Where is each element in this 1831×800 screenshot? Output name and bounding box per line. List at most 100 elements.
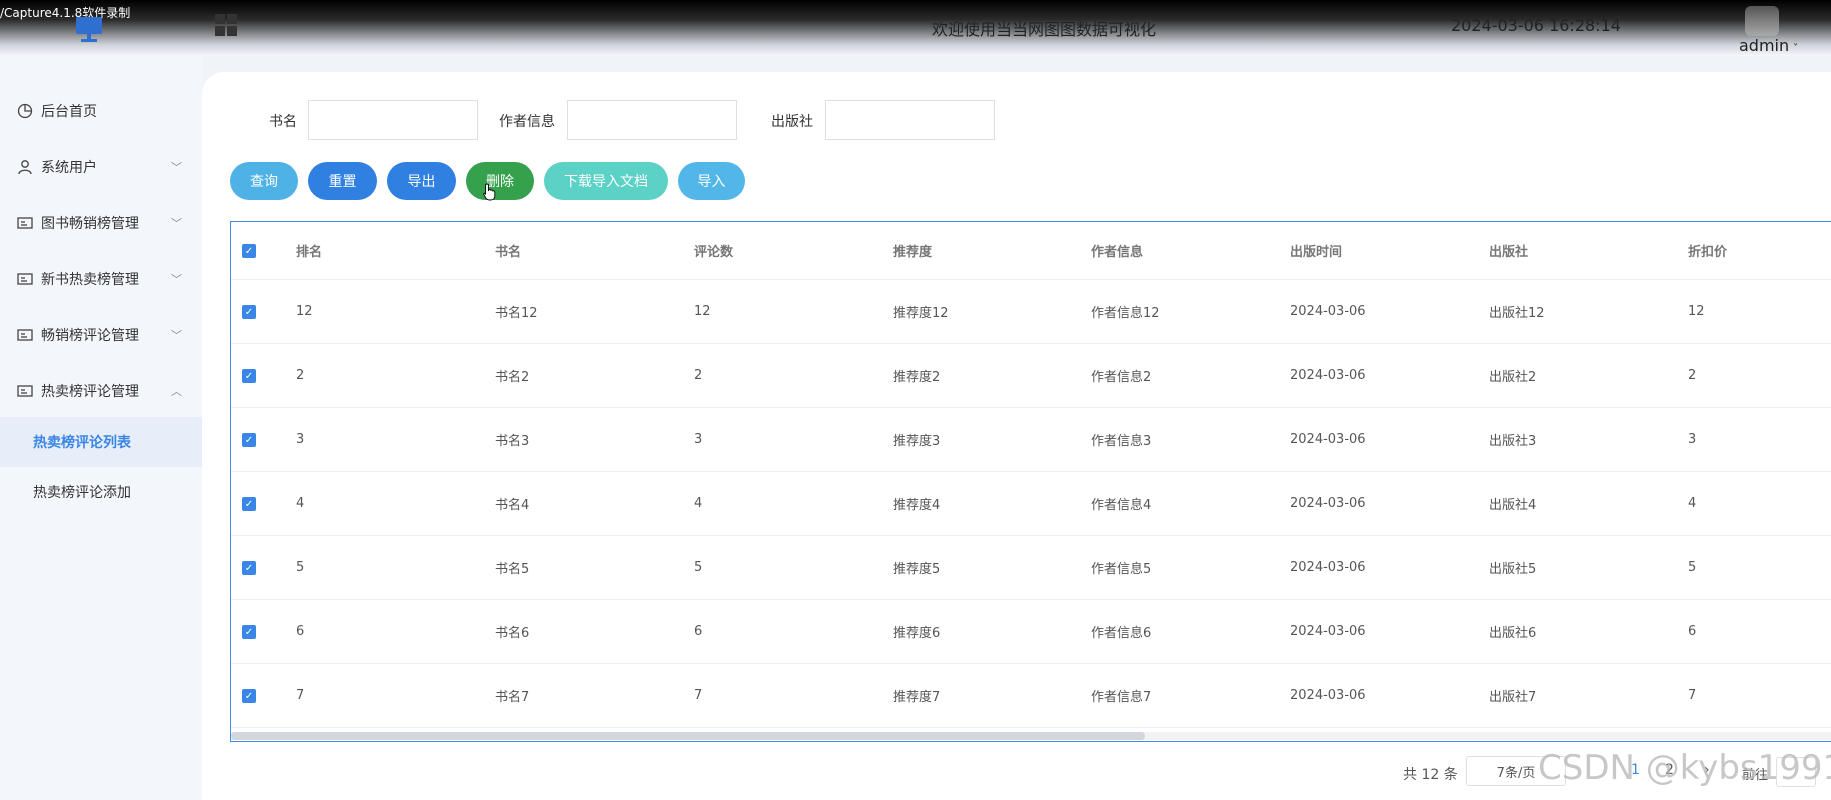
cell-publish-date: 2024-03-06 <box>1290 560 1366 575</box>
title-search-input[interactable] <box>308 100 478 140</box>
clock-icon <box>17 103 33 119</box>
cell-author: 作者信息3 <box>1091 434 1152 449</box>
publisher-search-input[interactable] <box>825 100 995 140</box>
table-row[interactable]: ✓ 7 书名7 7 推荐度7 作者信息7 2024-03-06 出版社7 7 <box>231 664 1831 728</box>
cell-title: 书名4 <box>495 498 530 513</box>
cell-author: 作者信息4 <box>1091 498 1152 513</box>
table-row[interactable]: ✓ 5 书名5 5 推荐度5 作者信息5 2024-03-06 出版社5 5 <box>231 536 1831 600</box>
sidebar-item-system-users[interactable]: 系统用户 ﹀ <box>0 139 202 195</box>
cell-publish-date: 2024-03-06 <box>1290 624 1366 639</box>
cell-title: 书名3 <box>495 434 530 449</box>
download-import-template-button[interactable]: 下载导入文档 <box>544 162 668 200</box>
cell-rank: 2 <box>296 368 305 383</box>
card-icon <box>17 215 33 231</box>
submenu-hot-comment-add[interactable]: 热卖榜评论添加 <box>0 467 202 517</box>
row-checkbox[interactable]: ✓ <box>242 305 256 319</box>
cell-discount-price: 4 <box>1688 496 1697 511</box>
cell-publisher: 出版社2 <box>1489 370 1537 385</box>
cell-title: 书名2 <box>495 370 530 385</box>
avatar[interactable] <box>1745 6 1779 36</box>
cell-rank: 5 <box>296 560 305 575</box>
select-all-checkbox[interactable]: ✓ <box>242 244 256 258</box>
chevron-down-icon: ˅ <box>1793 43 1799 54</box>
app-grid-icon[interactable] <box>215 14 237 36</box>
card-icon <box>17 327 33 343</box>
cell-recommend: 推荐度6 <box>893 626 941 641</box>
cell-rank: 3 <box>296 432 305 447</box>
hand-cursor-icon <box>483 183 496 201</box>
horizontal-scrollbar[interactable] <box>231 732 1831 740</box>
column-header-comments[interactable]: 评论数 <box>694 222 733 279</box>
submenu-hot-comment-list[interactable]: 热卖榜评论列表 <box>0 417 202 467</box>
sidebar-item-hot-comments[interactable]: 热卖榜评论管理 ︿ <box>0 363 202 419</box>
column-header-publish-date[interactable]: 出版时间 <box>1290 222 1342 279</box>
author-search-label: 作者信息 <box>499 114 555 130</box>
cell-publisher: 出版社5 <box>1489 562 1537 577</box>
delete-button[interactable]: 删除 <box>466 162 534 200</box>
query-button[interactable]: 查询 <box>230 162 298 200</box>
sidebar-item-home[interactable]: 后台首页 <box>0 83 202 139</box>
cell-author: 作者信息7 <box>1091 690 1152 705</box>
row-checkbox[interactable]: ✓ <box>242 625 256 639</box>
cell-recommend: 推荐度7 <box>893 690 941 705</box>
column-header-rank[interactable]: 排名 <box>296 222 322 279</box>
sidebar-item-label: 图书畅销榜管理 <box>41 216 139 232</box>
cell-recommend: 推荐度12 <box>893 306 949 321</box>
cell-comments: 7 <box>694 688 703 703</box>
cell-discount-price: 2 <box>1688 368 1697 383</box>
cell-publisher: 出版社6 <box>1489 626 1537 641</box>
cell-publish-date: 2024-03-06 <box>1290 496 1366 511</box>
cell-recommend: 推荐度5 <box>893 562 941 577</box>
column-header-author[interactable]: 作者信息 <box>1091 222 1143 279</box>
cell-publisher: 出版社12 <box>1489 306 1545 321</box>
row-checkbox[interactable]: ✓ <box>242 689 256 703</box>
chevron-down-icon: ﹀ <box>171 329 182 342</box>
reset-button[interactable]: 重置 <box>308 162 377 200</box>
sidebar-item-bestseller-comments[interactable]: 畅销榜评论管理 ﹀ <box>0 307 202 363</box>
chevron-up-icon: ︿ <box>171 385 182 398</box>
cell-discount-price: 6 <box>1688 624 1697 639</box>
table-row[interactable]: ✓ 12 书名12 12 推荐度12 作者信息12 2024-03-06 出版社… <box>231 280 1831 344</box>
cell-publish-date: 2024-03-06 <box>1290 304 1366 319</box>
publisher-search-label: 出版社 <box>771 114 813 130</box>
cell-discount-price: 7 <box>1688 688 1697 703</box>
cell-comments: 5 <box>694 560 703 575</box>
sidebar-item-label: 热卖榜评论管理 <box>41 384 139 400</box>
monitor-logo-icon <box>76 17 102 42</box>
table-row[interactable]: ✓ 4 书名4 4 推荐度4 作者信息4 2024-03-06 出版社4 4 <box>231 472 1831 536</box>
table-row[interactable]: ✓ 3 书名3 3 推荐度3 作者信息3 2024-03-06 出版社3 3 <box>231 408 1831 472</box>
sidebar: 后台首页 系统用户 ﹀ 图书畅销榜管理 ﹀ 新书热卖榜管理 ﹀ 畅销榜评论管理 … <box>0 56 202 800</box>
cell-publisher: 出版社3 <box>1489 434 1537 449</box>
cell-comments: 4 <box>694 496 703 511</box>
cell-rank: 12 <box>296 304 313 319</box>
row-checkbox[interactable]: ✓ <box>242 433 256 447</box>
sidebar-item-bestseller[interactable]: 图书畅销榜管理 ﹀ <box>0 195 202 251</box>
cell-recommend: 推荐度3 <box>893 434 941 449</box>
user-icon <box>17 159 33 175</box>
author-search-input[interactable] <box>567 100 737 140</box>
column-header-recommend[interactable]: 推荐度 <box>893 222 932 279</box>
pagination-total: 共 12 条 <box>1403 767 1458 783</box>
scrollbar-thumb[interactable] <box>231 732 1145 740</box>
chevron-down-icon: ﹀ <box>171 273 182 286</box>
cell-author: 作者信息6 <box>1091 626 1152 641</box>
cell-rank: 4 <box>296 496 305 511</box>
cell-title: 书名5 <box>495 562 530 577</box>
row-checkbox[interactable]: ✓ <box>242 369 256 383</box>
table-row[interactable]: ✓ 2 书名2 2 推荐度2 作者信息2 2024-03-06 出版社2 2 <box>231 344 1831 408</box>
sidebar-item-new-hot[interactable]: 新书热卖榜管理 ﹀ <box>0 251 202 307</box>
import-button[interactable]: 导入 <box>678 162 745 200</box>
card-icon <box>17 383 33 399</box>
top-header: /Capture4.1.8软件录制 欢迎使用当当网图图数据可视化 2024-03… <box>0 0 1831 56</box>
export-button[interactable]: 导出 <box>387 162 456 200</box>
table-row[interactable]: ✓ 6 书名6 6 推荐度6 作者信息6 2024-03-06 出版社6 6 <box>231 600 1831 664</box>
sidebar-item-label: 系统用户 <box>41 160 97 176</box>
column-header-discount-price[interactable]: 折扣价 <box>1688 222 1727 279</box>
column-header-publisher[interactable]: 出版社 <box>1489 222 1528 279</box>
row-checkbox[interactable]: ✓ <box>242 561 256 575</box>
cell-publisher: 出版社7 <box>1489 690 1537 705</box>
user-menu[interactable]: admin ˅ <box>1739 36 1798 55</box>
column-header-title[interactable]: 书名 <box>495 222 521 279</box>
cell-publish-date: 2024-03-06 <box>1290 368 1366 383</box>
row-checkbox[interactable]: ✓ <box>242 497 256 511</box>
